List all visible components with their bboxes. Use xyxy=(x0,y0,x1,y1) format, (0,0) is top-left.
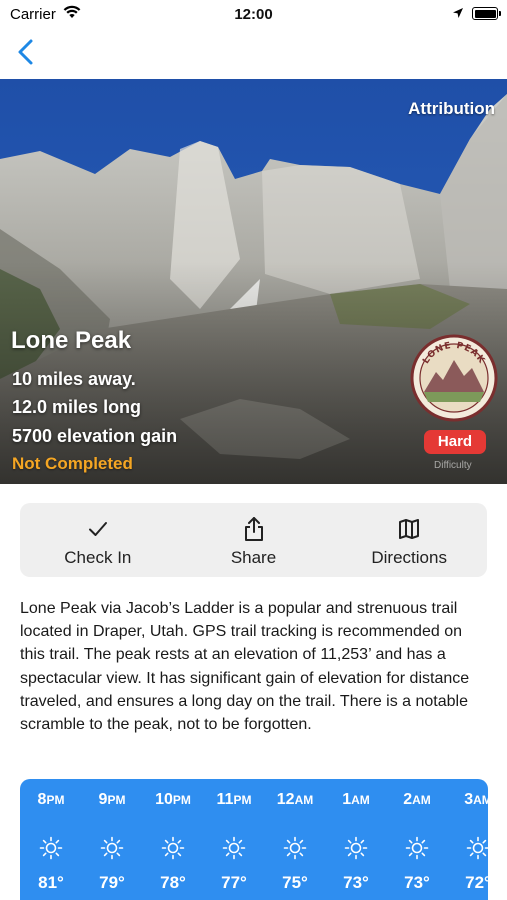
trail-elevation-gain: 5700 elevation gain xyxy=(12,426,178,446)
share-icon xyxy=(244,517,263,541)
forecast-time: 2AM xyxy=(403,791,431,808)
chevron-left-icon xyxy=(18,39,33,65)
sun-icon xyxy=(39,836,63,860)
attribution-link[interactable]: Attribution xyxy=(408,99,495,119)
map-icon xyxy=(399,519,420,539)
difficulty-badge: Hard xyxy=(424,430,486,454)
trail-badge-emblem: LONE PEAK xyxy=(410,334,498,422)
forecast-time: 10PM xyxy=(155,791,191,808)
forecast-time: 1AM xyxy=(342,791,370,808)
forecast-time: 12AM xyxy=(276,791,314,808)
trail-name: Lone Peak xyxy=(11,327,132,354)
share-button[interactable]: Share xyxy=(176,503,332,577)
forecast-temp: 77° xyxy=(221,873,247,892)
trail-badge: LONE PEAK xyxy=(410,334,498,422)
sun-icon xyxy=(405,836,429,860)
forecast-temp: 81° xyxy=(38,873,64,892)
trail-description: Lone Peak via Jacob’s Ladder is a popula… xyxy=(20,600,470,734)
action-bar: Check In Share Directions xyxy=(20,503,487,577)
sun-icon xyxy=(100,836,124,860)
back-button[interactable] xyxy=(12,36,42,68)
sun-icon xyxy=(161,836,185,860)
forecast-temp: 79° xyxy=(99,873,125,892)
sun-icon xyxy=(283,836,307,860)
completion-status: Not Completed xyxy=(12,454,133,473)
forecast-temp: 73° xyxy=(404,873,430,892)
battery-icon xyxy=(472,7,498,20)
share-label: Share xyxy=(230,548,277,567)
status-bar: Carrier 12:00 xyxy=(0,0,507,28)
forecast-time: 8PM xyxy=(37,791,65,808)
check-in-button[interactable]: Check In xyxy=(20,503,176,577)
checkmark-icon xyxy=(88,522,107,536)
directions-button[interactable]: Directions xyxy=(331,503,487,577)
forecast-temp: 75° xyxy=(282,873,308,892)
forecast-temp: 72° xyxy=(465,873,488,892)
forecast-temp: 78° xyxy=(160,873,186,892)
nav-bar xyxy=(0,28,507,78)
sun-icon xyxy=(222,836,246,860)
forecast-time: 3AM xyxy=(464,791,488,808)
sun-icon xyxy=(466,836,488,860)
forecast-time: 9PM xyxy=(98,791,126,808)
trail-distance: 10 miles away. xyxy=(12,369,136,389)
forecast-temp: 73° xyxy=(343,873,369,892)
trail-photo xyxy=(0,79,507,484)
check-in-label: Check In xyxy=(64,548,132,567)
sun-icon xyxy=(344,836,368,860)
trail-length: 12.0 miles long xyxy=(12,397,142,417)
directions-label: Directions xyxy=(371,548,447,567)
location-arrow-icon xyxy=(453,8,463,18)
difficulty-caption: Difficulty xyxy=(434,460,472,471)
hourly-forecast[interactable]: 8PM 81° 9PM 79° 10PM 78° 11PM 77° 12AM 7… xyxy=(20,779,488,900)
status-time: 12:00 xyxy=(234,6,273,23)
trail-hero: Attribution Lone Peak 10 miles away. 12.… xyxy=(0,79,507,484)
battery-tip xyxy=(499,11,501,16)
forecast-time: 11PM xyxy=(216,791,252,808)
